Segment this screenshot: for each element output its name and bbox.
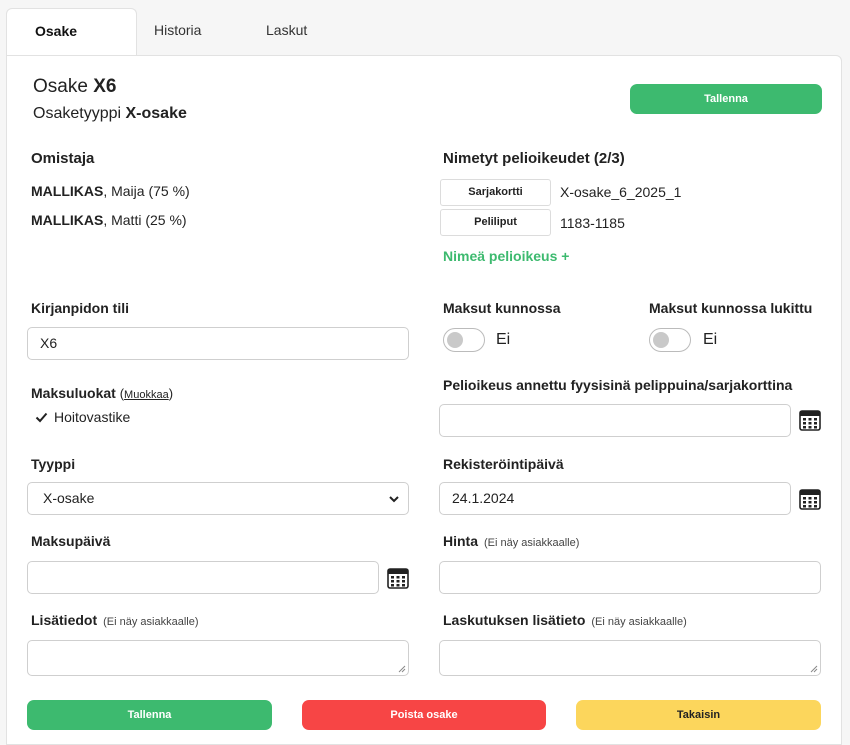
registration-date-input[interactable]: 24.1.2024 (439, 482, 791, 515)
toggle-knob (447, 332, 463, 348)
check-icon (35, 412, 48, 423)
type-select[interactable]: X-osake (27, 482, 409, 515)
back-button[interactable]: Takaisin (576, 700, 821, 730)
save-button-top[interactable]: Tallenna (630, 84, 822, 114)
owner-item: MALLIKAS, Matti (25 %) (31, 212, 187, 228)
calendar-icon[interactable] (799, 488, 821, 510)
type-label: Tyyppi (31, 456, 76, 472)
billing-info-label-row: Laskutuksen lisätieto (Ei näy asiakkaalle… (443, 612, 687, 628)
name-right-link[interactable]: Nimeä pelioikeus + (443, 248, 569, 264)
share-type-value: X-osake (125, 105, 187, 122)
owner-surname: MALLIKAS (31, 183, 104, 199)
account-input[interactable]: X6 (27, 327, 409, 360)
series-card-value: X-osake_6_2025_1 (560, 184, 682, 200)
save-button-bottom[interactable]: Tallenna (27, 700, 272, 730)
payment-day-input[interactable] (27, 561, 379, 594)
billing-info-label: Laskutuksen lisätieto (443, 612, 586, 628)
owner-rest: , Matti (25 %) (103, 212, 187, 228)
extra-info-label-row: Lisätiedot (Ei näy asiakkaalle) (31, 612, 199, 628)
delete-share-button[interactable]: Poista osake (302, 700, 546, 730)
price-label: Hinta (443, 533, 478, 549)
share-id: X6 (93, 76, 117, 97)
calendar-icon[interactable] (387, 567, 409, 589)
rights-title: Nimetyt pelioikeudet (2/3) (443, 150, 625, 167)
type-select-value: X-osake (43, 490, 95, 506)
owners-title: Omistaja (31, 150, 95, 167)
fee-classes-label-row: Maksuluokat (Muokkaa) (31, 385, 173, 401)
owner-surname: MALLIKAS (31, 212, 104, 228)
owner-rest: , Maija (75 %) (103, 183, 190, 199)
tickets-value: 1183-1185 (560, 215, 625, 231)
payments-locked-state: Ei (703, 331, 718, 348)
payments-ok-state: Ei (496, 331, 511, 348)
billing-info-note: (Ei näy asiakkaalle) (591, 616, 687, 628)
payments-ok-label: Maksut kunnossa (443, 300, 561, 316)
resize-handle-icon[interactable] (810, 665, 818, 673)
title-prefix: Osake (33, 76, 88, 97)
resize-handle-icon[interactable] (398, 665, 406, 673)
tab-historia[interactable]: Historia (137, 8, 249, 55)
registration-label: Rekisteröintipäivä (443, 456, 564, 472)
payments-ok-toggle[interactable] (443, 328, 485, 352)
fee-class-name: Hoitovastike (54, 409, 131, 425)
price-input[interactable] (439, 561, 821, 594)
physical-label: Pelioikeus annettu fyysisinä pelippuina/… (443, 377, 793, 393)
extra-info-note: (Ei näy asiakkaalle) (103, 616, 199, 628)
edit-fee-classes-link[interactable]: Muokkaa (124, 389, 169, 401)
page-title: Osake X6 (33, 76, 116, 98)
extra-info-label: Lisätiedot (31, 612, 98, 628)
fee-classes-label: Maksuluokat (31, 385, 116, 401)
fee-class-item: Hoitovastike (35, 409, 130, 425)
extra-info-textarea[interactable] (27, 640, 409, 676)
chevron-down-icon (389, 496, 399, 503)
share-type-line: Osaketyyppi X-osake (33, 105, 187, 123)
price-label-row: Hinta (Ei näy asiakkaalle) (443, 533, 579, 549)
billing-info-textarea[interactable] (439, 640, 821, 676)
calendar-icon[interactable] (799, 409, 821, 431)
tickets-button[interactable]: Peliliput (440, 209, 551, 236)
tab-osake[interactable]: Osake (6, 8, 137, 56)
series-card-button[interactable]: Sarjakortti (440, 179, 551, 206)
owner-item: MALLIKAS, Maija (75 %) (31, 183, 190, 199)
share-card: Osake X6 Osaketyyppi X-osake Tallenna Om… (6, 55, 842, 745)
tab-bar: Osake Historia Laskut (6, 8, 349, 56)
share-type-prefix: Osaketyyppi (33, 105, 122, 122)
account-label: Kirjanpidon tili (31, 300, 129, 316)
physical-date-input[interactable] (439, 404, 791, 437)
toggle-knob (653, 332, 669, 348)
price-note: (Ei näy asiakkaalle) (484, 537, 580, 549)
payments-locked-label: Maksut kunnossa lukittu (649, 300, 813, 316)
payment-day-label: Maksupäivä (31, 533, 111, 549)
payments-locked-toggle[interactable] (649, 328, 691, 352)
tab-laskut[interactable]: Laskut (249, 8, 349, 55)
paren-close: ) (168, 386, 174, 401)
